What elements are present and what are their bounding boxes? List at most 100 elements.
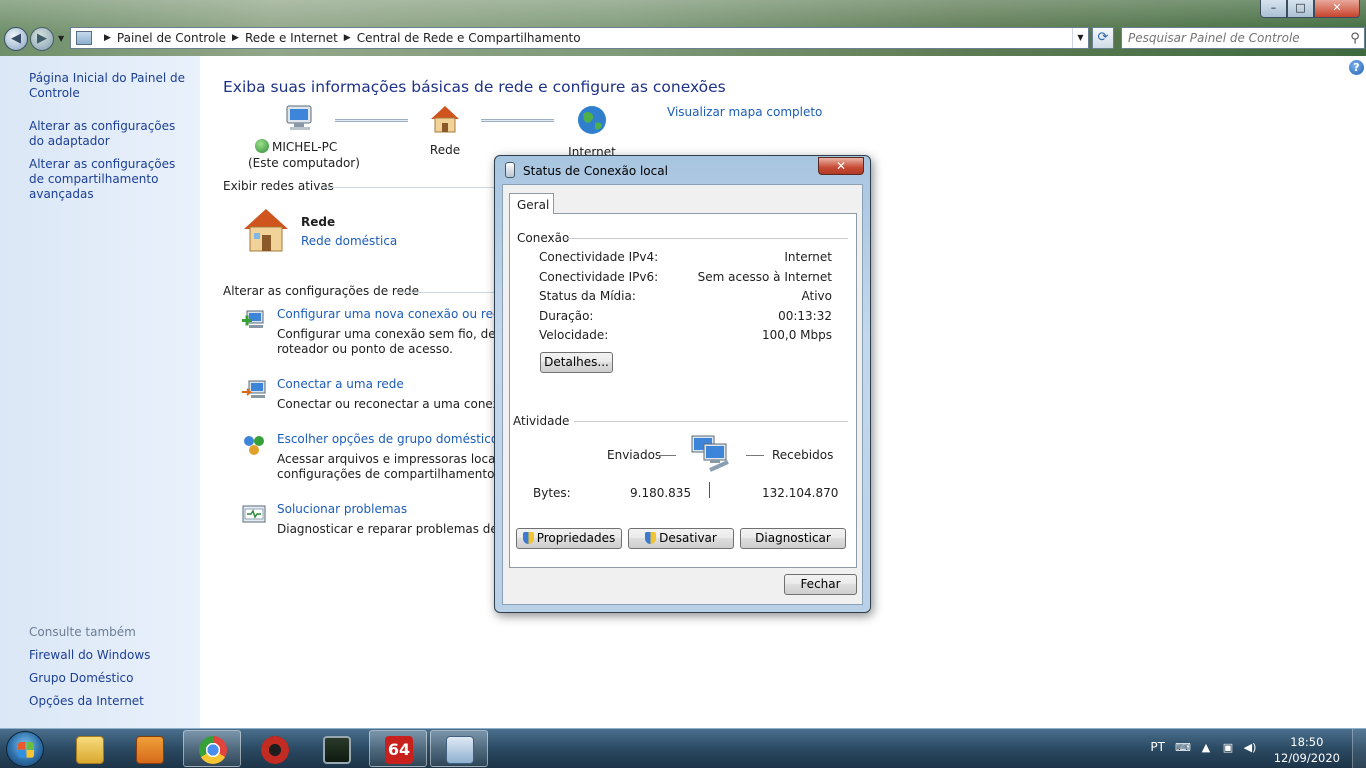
media-status-label: Status da Mídia: bbox=[539, 289, 636, 303]
refresh-button[interactable]: ⟳ bbox=[1092, 27, 1114, 49]
see-also-internet-options[interactable]: Opções da Internet bbox=[29, 694, 194, 709]
duration-label: Duração: bbox=[539, 309, 594, 323]
taskbar-monitor-app[interactable] bbox=[307, 730, 365, 767]
bytes-divider bbox=[709, 482, 710, 498]
change-settings-title: Alterar as configurações de rede bbox=[223, 284, 419, 298]
speed-label: Velocidade: bbox=[539, 328, 609, 342]
section-divider bbox=[397, 292, 494, 293]
connect-network-description: Conectar ou reconectar a uma conexão de … bbox=[277, 397, 502, 411]
network-node[interactable]: Rede bbox=[415, 104, 475, 157]
close-button[interactable]: ✕ bbox=[1314, 0, 1360, 18]
received-line bbox=[746, 455, 764, 456]
connection-plug-icon bbox=[505, 162, 515, 178]
see-also-title: Consulte também bbox=[29, 625, 136, 639]
troubleshoot-description: Diagnosticar e reparar problemas de rede… bbox=[277, 522, 502, 536]
sidebar-item-adapter-settings[interactable]: Alterar as configurações do adaptador bbox=[29, 119, 194, 149]
tab-geral[interactable]: Geral bbox=[509, 193, 554, 214]
control-panel-icon bbox=[446, 736, 474, 764]
back-button[interactable]: ◀ bbox=[4, 27, 28, 51]
clock-date: 12/09/2020 bbox=[1273, 751, 1340, 765]
search-input[interactable] bbox=[1122, 31, 1346, 45]
keyboard-icon[interactable]: ⌨ bbox=[1175, 741, 1191, 755]
admin-shield-icon bbox=[645, 532, 657, 544]
see-also-firewall[interactable]: Firewall do Windows bbox=[29, 648, 194, 663]
internet-node[interactable]: Internet bbox=[560, 104, 624, 159]
taskbar-control-panel[interactable] bbox=[430, 730, 488, 767]
sidebar: Página Inicial do Painel de Controle Alt… bbox=[0, 56, 200, 728]
disable-button[interactable]: Desativar bbox=[628, 528, 734, 549]
bytes-sent-value: 9.180.835 bbox=[630, 486, 692, 500]
folder-icon bbox=[76, 736, 104, 764]
troubleshoot-icon bbox=[242, 505, 266, 523]
connect-network-link[interactable]: Conectar a uma rede bbox=[277, 377, 404, 391]
breadcrumb-separator-icon[interactable]: ▶ bbox=[344, 33, 351, 43]
properties-button[interactable]: Propriedades bbox=[516, 528, 622, 549]
computer-name: MICHEL-PC bbox=[272, 140, 338, 154]
media-status-value: Ativo bbox=[801, 289, 832, 303]
taskbar-explorer[interactable] bbox=[60, 730, 118, 767]
aida64-icon: 64 bbox=[385, 736, 413, 764]
search-box[interactable]: ⚲ bbox=[1121, 27, 1365, 49]
control-panel-icon bbox=[76, 31, 92, 45]
activity-group-title: Atividade bbox=[513, 414, 570, 428]
address-bar[interactable]: ▶ Painel de Controle ▶ Rede e Internet ▶… bbox=[70, 27, 1089, 49]
details-button[interactable]: Detalhes... bbox=[540, 352, 613, 373]
taskbar-aida64[interactable]: 64 bbox=[369, 730, 427, 767]
gear-icon bbox=[261, 736, 289, 764]
group-divider bbox=[564, 238, 848, 239]
clock[interactable]: 18:50 12/09/2020 bbox=[1274, 734, 1340, 766]
see-also-homegroup[interactable]: Grupo Doméstico bbox=[29, 671, 194, 686]
breadcrumb-separator-icon[interactable]: ▶ bbox=[104, 33, 111, 43]
show-desktop-button[interactable] bbox=[1352, 729, 1366, 768]
breadcrumb-separator-icon[interactable]: ▶ bbox=[232, 33, 239, 43]
connector-line bbox=[481, 119, 554, 122]
show-hidden-icons-icon[interactable]: ▲ bbox=[1199, 741, 1213, 755]
breadcrumb-painel-de-controle[interactable]: Painel de Controle bbox=[117, 31, 226, 45]
globe-icon bbox=[578, 106, 606, 134]
taskbar-gear-app[interactable] bbox=[245, 730, 303, 767]
media-player-icon bbox=[136, 736, 164, 764]
admin-shield-icon bbox=[522, 532, 534, 544]
troubleshoot-link[interactable]: Solucionar problemas bbox=[277, 502, 407, 516]
address-dropdown-icon[interactable]: ▼ bbox=[1072, 28, 1088, 48]
sidebar-item-control-panel-home[interactable]: Página Inicial do Painel de Controle bbox=[29, 71, 194, 101]
help-icon[interactable]: ? bbox=[1349, 60, 1364, 75]
window-controls: – □ ✕ bbox=[1260, 0, 1360, 18]
active-networks-title: Exibir redes ativas bbox=[223, 179, 334, 193]
section-divider bbox=[324, 187, 494, 188]
recent-pages-dropdown-icon[interactable]: ▼ bbox=[58, 34, 64, 43]
computer-node[interactable] bbox=[248, 104, 348, 143]
active-network-type-link[interactable]: Rede doméstica bbox=[301, 234, 397, 248]
taskbar-media-player[interactable] bbox=[120, 730, 178, 767]
house-icon bbox=[431, 106, 459, 133]
dialog-body: Geral Conexão Conectividade IPv4: Intern… bbox=[502, 184, 863, 605]
forward-button[interactable]: ▶ bbox=[30, 27, 54, 51]
dialog-close-button[interactable]: ✕ bbox=[818, 157, 864, 175]
network-tray-icon[interactable]: ▣ bbox=[1221, 741, 1235, 755]
breadcrumb-rede-e-internet[interactable]: Rede e Internet bbox=[245, 31, 338, 45]
start-button[interactable] bbox=[6, 731, 44, 767]
taskbar-chrome[interactable] bbox=[183, 730, 241, 767]
language-indicator[interactable]: PT bbox=[1150, 740, 1165, 754]
close-dialog-button[interactable]: Fechar bbox=[784, 574, 857, 595]
view-full-map-link[interactable]: Visualizar mapa completo bbox=[667, 105, 822, 119]
page-title: Exiba suas informações básicas de rede e… bbox=[223, 78, 726, 96]
search-icon[interactable]: ⚲ bbox=[1346, 31, 1364, 46]
volume-icon[interactable]: ◀) bbox=[1243, 741, 1257, 755]
network-node-label: Rede bbox=[429, 143, 461, 157]
new-connection-link[interactable]: Configurar uma nova conexão ou rede bbox=[277, 307, 508, 321]
taskbar: 64 PT ⌨ ▲ ▣ ◀) 18:50 12/09/2020 bbox=[0, 728, 1366, 768]
homegroup-options-description: Acessar arquivos e impressoras localizad… bbox=[277, 452, 502, 481]
sidebar-item-advanced-sharing[interactable]: Alterar as configurações de compartilham… bbox=[29, 157, 194, 202]
new-connection-icon bbox=[242, 310, 264, 328]
tab-panel-geral: Conexão Conectividade IPv4: Internet Con… bbox=[509, 213, 857, 568]
connection-group-title: Conexão bbox=[517, 231, 570, 245]
maximize-button[interactable]: □ bbox=[1287, 0, 1314, 18]
network-activity-icon bbox=[691, 435, 729, 472]
diagnose-button[interactable]: Diagnosticar bbox=[740, 528, 846, 549]
connector-line bbox=[335, 119, 408, 122]
breadcrumb-central-de-rede[interactable]: Central de Rede e Compartilhamento bbox=[357, 31, 581, 45]
duration-value: 00:13:32 bbox=[778, 309, 832, 323]
minimize-button[interactable]: – bbox=[1260, 0, 1287, 18]
received-label: Recebidos bbox=[772, 448, 834, 462]
